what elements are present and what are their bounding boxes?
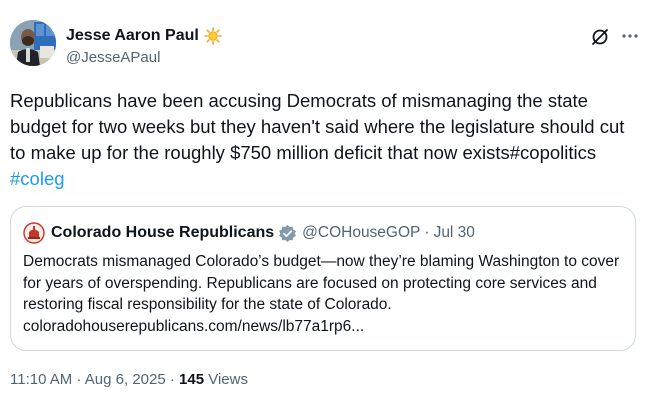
quoted-author-avatar[interactable] — [23, 222, 45, 244]
hashtag-link[interactable]: #coleg — [10, 168, 65, 189]
tweet-meta: 11:10 AM · Aug 6, 2025 · 145 Views — [10, 371, 248, 388]
author-handle[interactable]: @JesseAPaul — [66, 49, 222, 66]
quoted-link[interactable]: coloradohouserepublicans.com/news/lb77a1… — [23, 316, 628, 338]
quoted-author-handle[interactable]: @COHouseGOP — [302, 224, 420, 242]
quoted-author-name[interactable]: Colorado House Republicans — [51, 224, 274, 242]
tweet-text: Republicans have been accusing Democrats… — [10, 88, 635, 192]
tweet-date[interactable]: Aug 6, 2025 — [85, 371, 166, 388]
quoted-tweet[interactable]: Colorado House Republicans @COHouseGOP ·… — [10, 206, 636, 351]
more-icon[interactable] — [620, 26, 640, 46]
grok-icon[interactable] — [590, 27, 610, 47]
author-avatar[interactable] — [10, 20, 56, 66]
meta-separator-2: · — [169, 371, 175, 388]
quoted-tweet-text: Democrats mismanaged Colorado’s budget—n… — [23, 251, 628, 337]
meta-separator: · — [76, 371, 82, 388]
sun-emoji-icon — [204, 27, 222, 45]
tweet-body: Republicans have been accusing Democrats… — [10, 90, 625, 163]
tweet: Jesse Aaron Paul @JesseAPaul Republicans… — [0, 0, 650, 403]
author-display-name[interactable]: Jesse Aaron Paul — [66, 27, 199, 45]
views-label: Views — [208, 371, 248, 388]
quoted-tweet-header: Colorado House Republicans @COHouseGOP ·… — [23, 221, 475, 245]
quoted-date[interactable]: Jul 30 — [434, 224, 475, 242]
tweet-time[interactable]: 11:10 AM — [10, 371, 72, 388]
views-count[interactable]: 145 — [179, 371, 204, 388]
quoted-body: Democrats mismanaged Colorado’s budget—n… — [23, 253, 620, 313]
verified-badge-icon — [278, 224, 297, 243]
tweet-header: Jesse Aaron Paul @JesseAPaul — [10, 20, 640, 72]
author-names: Jesse Aaron Paul @JesseAPaul — [66, 25, 222, 66]
quoted-separator: · — [424, 224, 430, 241]
